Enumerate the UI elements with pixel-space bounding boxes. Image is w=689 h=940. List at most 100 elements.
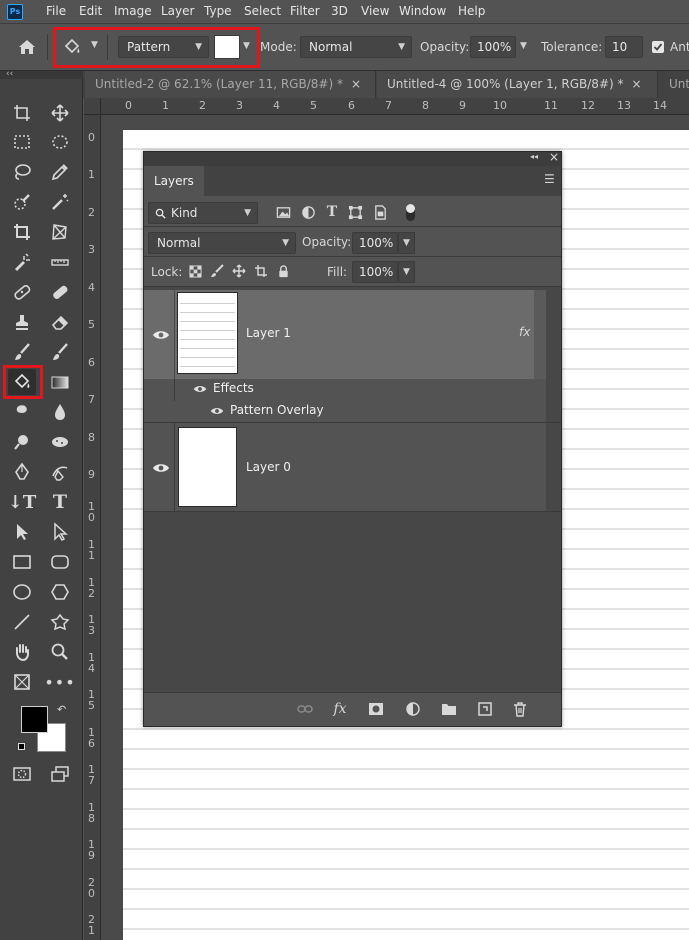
scrollbar-track[interactable] [534,290,546,379]
freeform-pen-tool[interactable] [46,459,74,485]
perspective-crop-tool[interactable] [46,219,74,245]
eye-icon[interactable] [193,384,207,394]
layer-row-layer-1[interactable]: Layer 1 fx [144,290,534,379]
clone-stamp-tool[interactable] [8,309,36,335]
foreground-color-swatch[interactable] [21,706,48,733]
chevron-down-icon[interactable]: ▼ [520,41,527,51]
frame-tool[interactable] [8,669,36,695]
filter-smart-object-button[interactable] [369,201,391,223]
menu-file[interactable]: File [46,4,66,18]
effect-row-pattern-overlay[interactable]: Pattern Overlay [144,401,546,423]
lock-image-pixels-button[interactable] [206,260,228,282]
eyedropper-tool[interactable] [46,159,74,185]
patch-tool[interactable] [46,279,74,305]
line-tool[interactable] [8,609,36,635]
ellipse-tool[interactable] [8,579,36,605]
polygon-tool[interactable] [46,579,74,605]
new-layer-button[interactable] [474,698,496,720]
hand-tool[interactable] [8,639,36,665]
close-panel-icon[interactable]: × [549,150,559,164]
panel-menu-icon[interactable]: ☰ [544,172,555,186]
elliptical-marquee-tool[interactable] [46,129,74,155]
chevron-down-icon[interactable]: ▼ [398,261,415,283]
link-layers-button[interactable] [294,698,316,720]
quick-selection-tool[interactable] [8,189,36,215]
zoom-tool[interactable] [46,639,74,665]
screen-mode-button[interactable] [46,761,74,787]
move-tool[interactable] [46,100,74,126]
menu-window[interactable]: Window [399,4,446,18]
lock-transparent-pixels-button[interactable] [184,260,206,282]
rounded-rectangle-tool[interactable] [46,549,74,575]
filter-type-button[interactable]: T [321,201,343,223]
document-tab-active[interactable]: Untitled-4 @ 100% (Layer 1, RGB/8#) * × [377,71,658,98]
quick-mask-button[interactable] [8,761,36,787]
eye-icon[interactable] [152,462,170,474]
swap-colors-icon[interactable]: ↶ [57,703,66,716]
direct-selection-tool[interactable] [46,519,74,545]
color-sampler-tool[interactable] [8,249,36,275]
add-mask-button[interactable] [365,698,387,720]
blur-tool[interactable] [46,399,74,425]
menu-help[interactable]: Help [458,4,485,18]
close-icon[interactable]: × [632,77,642,91]
crop-tool[interactable] [8,219,36,245]
filter-adjustment-button[interactable] [297,201,319,223]
layer-row-layer-0[interactable]: Layer 0 [144,423,546,511]
fill-input[interactable]: 100% [352,261,398,283]
effects-label[interactable]: Effects [213,381,254,395]
new-fill-adjustment-button[interactable] [402,698,424,720]
ruler-tool[interactable] [46,249,74,275]
default-colors-icon[interactable] [18,743,25,750]
lock-all-button[interactable] [272,260,294,282]
layer-thumbnail[interactable] [178,427,237,507]
lock-artboard-button[interactable] [250,260,272,282]
filter-pixel-button[interactable] [272,201,294,223]
eraser-tool[interactable] [46,309,74,335]
effect-name[interactable]: Pattern Overlay [230,403,324,417]
tolerance-input[interactable]: 10 [605,36,643,58]
home-button[interactable] [13,34,41,60]
filter-shape-button[interactable] [344,201,366,223]
rectangular-marquee-tool[interactable] [8,129,36,155]
document-tab[interactable]: Unt [659,71,689,98]
close-icon[interactable]: × [351,77,361,91]
horizontal-type-tool[interactable]: T [46,489,74,515]
lock-position-button[interactable] [228,260,250,282]
fx-icon[interactable]: fx [519,325,530,339]
magic-wand-tool[interactable] [46,189,74,215]
blend-mode-dropdown[interactable]: Normal ▼ [148,232,296,254]
menu-type[interactable]: Type [204,4,232,18]
menu-select[interactable]: Select [244,4,281,18]
menu-image[interactable]: Image [114,4,152,18]
menu-edit[interactable]: Edit [79,4,102,18]
rectangle-tool[interactable] [8,549,36,575]
layer-name[interactable]: Layer 0 [246,460,291,474]
pen-tool[interactable] [8,459,36,485]
smudge-tool[interactable] [8,399,36,425]
effects-row[interactable]: Effects [144,379,546,423]
document-tab[interactable]: Untitled-2 @ 62.1% (Layer 11, RGB/8#) * × [85,71,376,98]
vertical-type-tool[interactable]: ↓T [8,489,36,515]
layer-thumbnail[interactable] [177,292,238,374]
history-brush-tool[interactable] [46,339,74,365]
lasso-tool[interactable] [8,159,36,185]
chevron-down-icon[interactable]: ▼ [398,232,415,254]
delete-layer-button[interactable] [509,698,531,720]
collapse-panel-icon[interactable]: ◂◂ [530,152,538,161]
mode-dropdown[interactable]: Normal ▼ [300,36,412,58]
anti-alias-checkbox[interactable] [652,41,664,53]
layer-opacity-input[interactable]: 100% [352,232,398,254]
menu-3d[interactable]: 3D [331,4,348,18]
panel-header[interactable]: ◂◂ × [144,150,561,166]
tab-layers[interactable]: Layers [144,166,204,196]
ruler-origin[interactable] [84,98,101,115]
path-selection-tool[interactable] [8,519,36,545]
filter-toggle[interactable] [406,204,415,221]
dodge-tool[interactable] [8,429,36,455]
eye-icon[interactable] [152,329,170,341]
healing-brush-tool[interactable] [8,279,36,305]
brush-tool[interactable] [8,339,36,365]
opacity-input[interactable]: 100% [470,36,516,58]
menu-view[interactable]: View [361,4,389,18]
